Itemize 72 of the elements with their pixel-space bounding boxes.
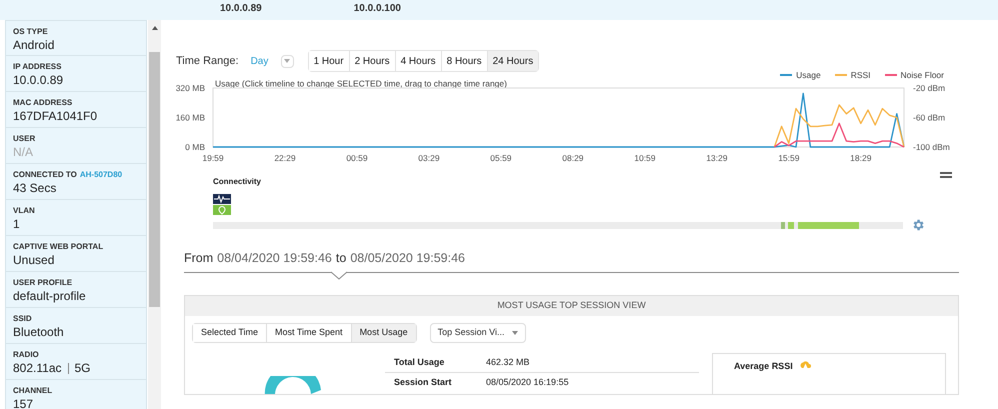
detail-label: USER (13, 135, 36, 143)
detail-value: Bluetooth (13, 326, 64, 338)
row-label: Session Start (393, 376, 453, 389)
dropdown-button[interactable] (280, 54, 294, 68)
time-range-value: Day (250, 54, 270, 68)
caret-icon (512, 330, 518, 335)
y-axis-label: 320 MB (176, 83, 205, 93)
detail-label: MAC ADDRESS (13, 99, 72, 107)
y-axis-label: -100 dBm (913, 142, 950, 152)
value-text: 10.0.0.100 (354, 2, 401, 16)
detail-value: N/A (13, 146, 34, 158)
x-axis-label: 08:29 (562, 153, 584, 163)
x-axis-label: 18:29 (850, 153, 872, 163)
detail-value: default-profile (13, 290, 86, 302)
row-label: Total Usage (393, 356, 446, 369)
detail-value: 167DFA1041F0 (13, 110, 98, 122)
detail-label: IP ADDRESS (13, 63, 62, 71)
scroll-up-icon[interactable] (152, 26, 158, 30)
y-axis-label: -20 dBm (913, 83, 946, 93)
x-axis-label: 13:29 (706, 153, 728, 163)
detail-value: 802.11ac (13, 362, 62, 374)
range-label: From (184, 250, 214, 267)
x-axis-label: 19:59 (202, 153, 224, 163)
menu-icon[interactable] (940, 172, 952, 178)
connectivity-bar[interactable] (213, 222, 903, 228)
detail-value: Android (13, 39, 54, 51)
detail-label: CHANNEL (13, 387, 52, 395)
detail-label: VLAN (13, 207, 35, 215)
y-axis-label: 160 MB (176, 112, 205, 122)
x-axis-label: 15:59 (778, 153, 800, 163)
chart-title: Usage (Click timeline to change SELECTED time, drag to change time range) (215, 78, 507, 88)
detail-value: 43 Secs (13, 182, 56, 194)
detail-value: 10.0.0.89 (13, 74, 64, 86)
panel-header: MOST USAGE TOP SESSION VIEW (185, 296, 958, 316)
x-axis-label: 03:29 (418, 153, 440, 163)
range-date: 08/04/2020 19:59:46 (217, 250, 332, 267)
detail-label: USER PROFILE (13, 279, 72, 287)
donut-chart-drawing (263, 376, 323, 394)
scrollbar-thumb[interactable] (149, 52, 160, 307)
time-range-tab[interactable]: 24 Hours (486, 51, 538, 71)
row-value: 462.32 MB (486, 356, 530, 368)
detail-value: 1 (13, 218, 20, 230)
value-text: 10.0.0.89 (220, 2, 262, 16)
caret-icon (284, 59, 290, 63)
time-range-label: Time Range: (176, 54, 239, 69)
legend-label: Noise Floor (900, 69, 944, 82)
pulse-icon (213, 194, 231, 204)
range-label: to (336, 250, 346, 267)
x-axis-label: 10:59 (634, 153, 656, 163)
legend-label: Usage (796, 69, 821, 82)
card-title: Average RSSI (734, 360, 793, 373)
session-tab[interactable]: Most Usage (350, 324, 416, 342)
connectivity-title: Connectivity (213, 176, 262, 188)
detail-label: OS TYPE (13, 28, 48, 36)
detail-label: SSID (13, 315, 32, 323)
detail-value: 5G (74, 362, 91, 374)
x-axis-label: 22:29 (274, 153, 296, 163)
settings-icon[interactable] (911, 218, 925, 232)
x-axis-label: 00:59 (346, 153, 368, 163)
range-date: 08/05/2020 19:59:46 (350, 250, 466, 267)
detail-label: CONNECTED TO (13, 171, 77, 179)
y-axis-label: 0 MB (185, 142, 205, 152)
detail-label: CAPTIVE WEB PORTAL (13, 243, 104, 251)
row-value: 08/05/2020 16:19:55 (486, 376, 569, 389)
legend-label: RSSI (850, 69, 871, 82)
detail-value: 157 (13, 398, 34, 409)
location-pin-icon (213, 205, 231, 215)
y-axis-label: -60 dBm (913, 112, 946, 122)
session-dropdown[interactable]: Top Session Vi... (430, 322, 526, 343)
detail-label: RADIO (13, 351, 39, 359)
detail-value: Unused (13, 254, 54, 266)
x-axis-label: 05:59 (490, 153, 512, 163)
